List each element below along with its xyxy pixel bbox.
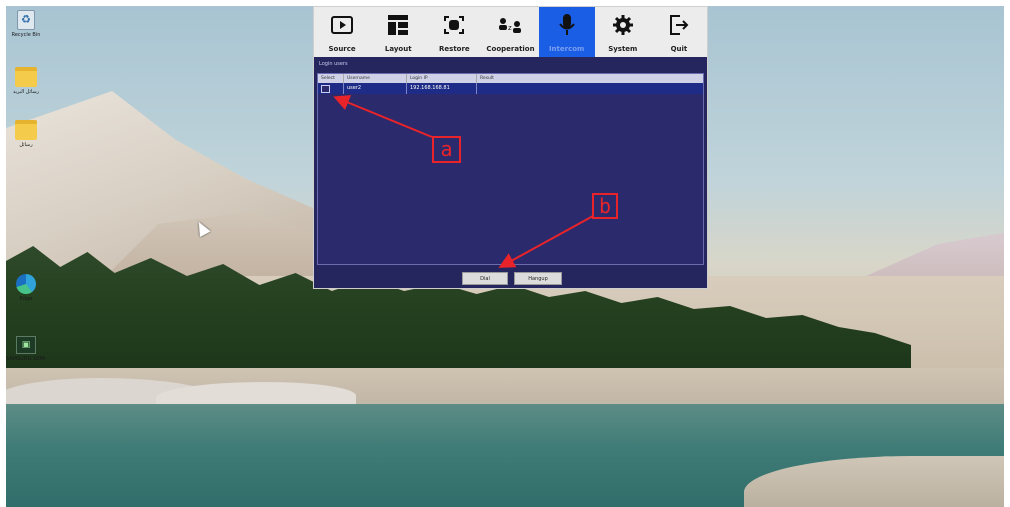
toolbar-cooperation[interactable]: z Cooperation <box>482 7 538 57</box>
toolbar-restore[interactable]: Restore <box>426 7 482 57</box>
toolbar-label: Restore <box>439 45 470 53</box>
toolbar-system[interactable]: System <box>595 7 651 57</box>
toolbar-source[interactable]: Source <box>314 7 370 57</box>
column-header-username: Username <box>344 74 407 83</box>
folder-icon <box>15 120 37 140</box>
folder-icon <box>15 67 37 87</box>
select-cell <box>318 83 344 94</box>
annotation-label-b: b <box>592 193 618 219</box>
column-header-login-ip: Login IP <box>407 74 477 83</box>
toolbar-label: Cooperation <box>486 45 535 53</box>
toolbar-label: Source <box>328 45 356 53</box>
desktop-icon-label: Edge <box>19 296 33 302</box>
dial-button[interactable]: Dial <box>462 272 508 285</box>
annotation-label-a: a <box>432 136 461 163</box>
gear-icon <box>611 13 635 37</box>
column-header-result: Result <box>480 76 494 81</box>
column-header-select: Select <box>318 74 344 83</box>
desktop-icon-shortcut[interactable]: ▣ SAMSUNG SEMI-SET <box>6 336 46 362</box>
intercom-window: Source Layout Restore z Cooperation Inte… <box>313 6 708 289</box>
result-cell <box>477 83 537 94</box>
hangup-button[interactable]: Hangup <box>514 272 562 285</box>
panel-title: Login users <box>319 61 348 67</box>
toolbar-label: System <box>608 45 638 53</box>
table-header: Select Username Login IP Result <box>318 74 703 83</box>
toolbar-layout[interactable]: Layout <box>370 7 426 57</box>
desktop-icon-label: رسائل <box>19 142 33 148</box>
desktop-icon-folder[interactable]: رسائل البريد <box>6 67 46 95</box>
layout-icon <box>386 13 410 37</box>
toolbar-intercom[interactable]: Intercom <box>538 7 595 57</box>
play-icon <box>330 13 354 37</box>
desktop-icon-folder[interactable]: رسائل <box>6 120 46 148</box>
cooperation-icon: z <box>498 13 522 37</box>
desktop-icon-edge[interactable]: Edge <box>6 274 46 302</box>
microphone-icon <box>555 13 579 37</box>
exit-icon <box>667 13 691 37</box>
main-toolbar: Source Layout Restore z Cooperation Inte… <box>314 7 707 57</box>
desktop-icon-label: Recycle Bin <box>11 32 41 38</box>
svg-text:z: z <box>508 24 512 32</box>
toolbar-label: Quit <box>670 45 688 53</box>
desktop-icon-recycle-bin[interactable]: ♻ Recycle Bin <box>6 10 46 38</box>
restore-icon <box>442 13 466 37</box>
login-users-table: Select Username Login IP Result user2 19… <box>317 73 704 265</box>
edge-icon <box>16 274 36 294</box>
toolbar-quit[interactable]: Quit <box>651 7 707 57</box>
toolbar-label: Layout <box>384 45 412 53</box>
desktop-icon-label: SAMSUNG SEMI-SET <box>6 356 46 362</box>
shortcut-icon: ▣ <box>16 336 36 354</box>
toolbar-label: Intercom <box>548 45 585 53</box>
table-row[interactable]: user2 192.168.168.81 <box>318 83 703 94</box>
username-cell: user2 <box>344 83 407 94</box>
select-checkbox[interactable] <box>321 85 330 93</box>
login-ip-cell: 192.168.168.81 <box>407 83 477 94</box>
recycle-bin-icon: ♻ <box>17 10 35 30</box>
desktop-icon-label: رسائل البريد <box>12 89 40 95</box>
